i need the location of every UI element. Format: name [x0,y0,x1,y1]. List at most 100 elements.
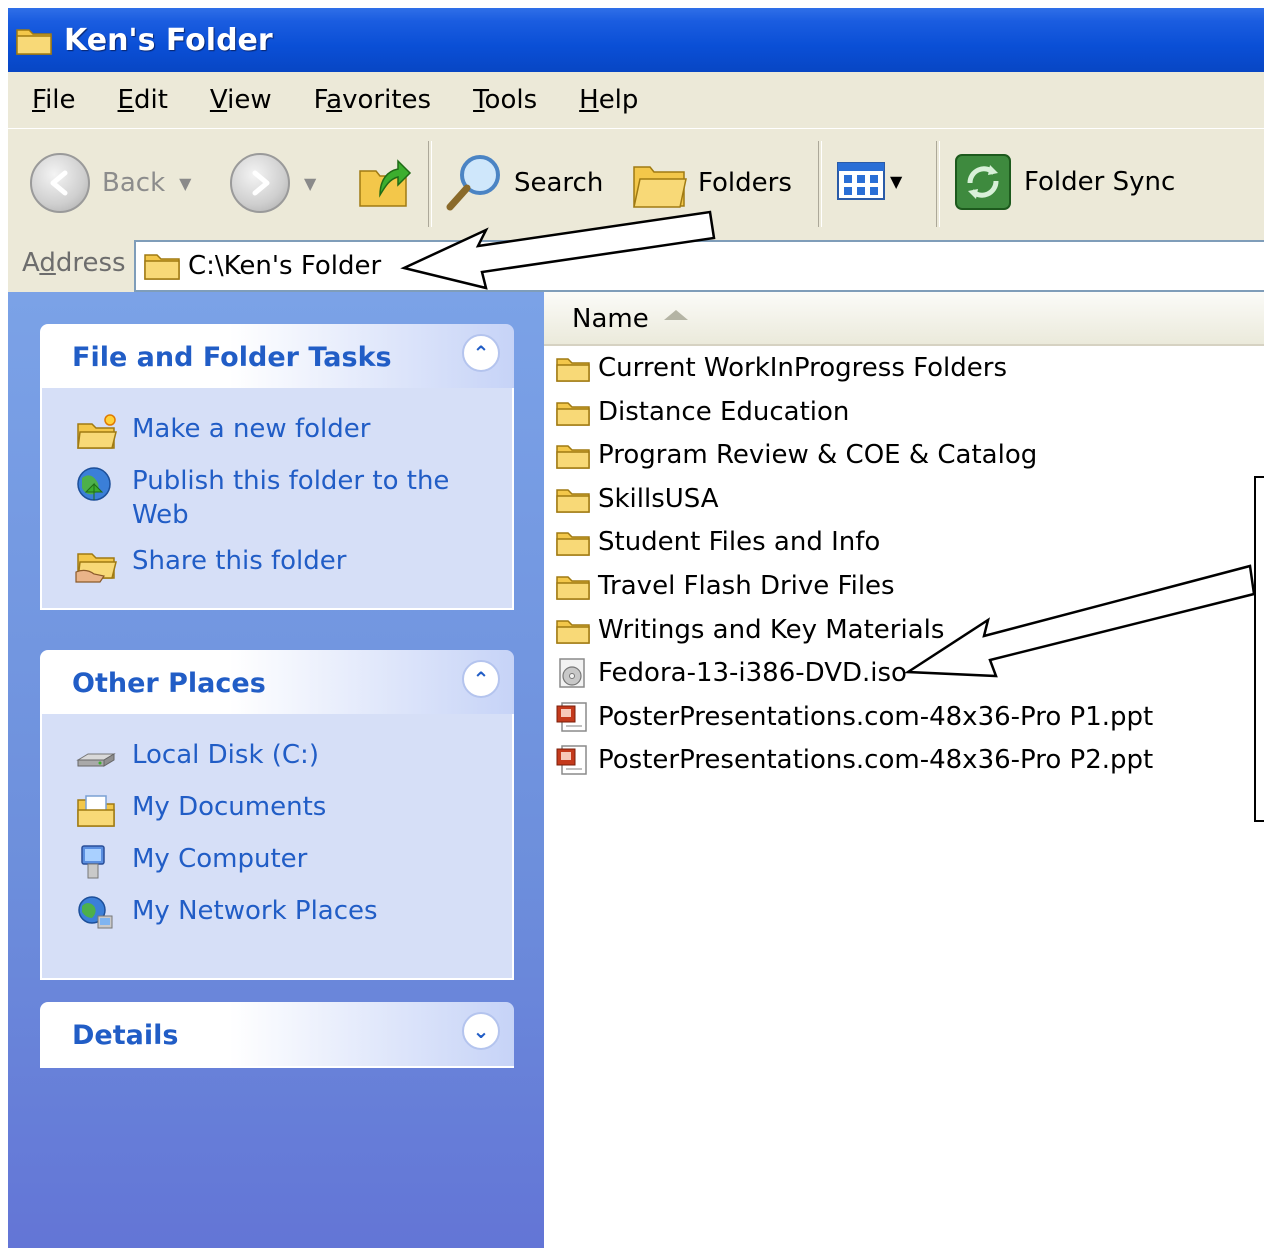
folder-sync-button[interactable]: Folder Sync [952,151,1175,213]
list-item[interactable]: SkillsUSA [554,479,719,519]
folders-button[interactable]: Folders [630,151,792,215]
list-item[interactable]: Travel Flash Drive Files [554,566,895,606]
title-bar: Ken's Folder [8,8,1264,72]
back-dropdown-icon[interactable]: ▼ [179,174,191,193]
menu-favorites[interactable]: Favorites [294,85,453,115]
details-panel: Details ⌄ [40,1002,514,1068]
window-title: Ken's Folder [64,22,273,58]
folder-icon [556,532,590,557]
new-folder-icon [77,414,117,449]
iso-disc-icon [559,658,585,688]
list-item[interactable]: Distance Education [554,392,849,432]
place-my-computer[interactable]: My Computer [42,838,512,890]
list-item[interactable]: Writings and Key Materials [554,610,944,650]
local-disk-icon [76,753,116,767]
toolbar-separator [936,141,940,227]
toolbar-separator [818,141,822,227]
place-label: Local Disk (C:) [132,740,319,770]
collapse-chevron-icon[interactable]: ⌃ [462,660,500,698]
panel-title: Details [72,1020,179,1051]
forward-button[interactable]: ▼ [230,153,316,213]
panel-header[interactable]: Details ⌄ [40,1002,514,1068]
toolbar: Back ▼ ▼ Search Folders ▼ Folder Sync [8,128,1264,238]
list-item[interactable]: PosterPresentations.com-48x36-Pro P2.ppt [554,740,1153,780]
list-item[interactable]: PosterPresentations.com-48x36-Pro P1.ppt [554,697,1153,737]
views-icon [837,162,885,200]
powerpoint-file-icon [556,702,587,732]
search-button[interactable]: Search [442,151,603,215]
address-label: Address [22,248,126,278]
folder-icon [556,401,590,426]
list-item[interactable]: Current WorkInProgress Folders [554,348,1007,388]
task-pane: File and Folder Tasks ⌃ Make a new folde… [8,292,544,1248]
powerpoint-file-icon [556,745,587,776]
task-label: Make a new folder [132,414,371,444]
menu-tools[interactable]: Tools [453,85,559,115]
menu-bar: File Edit View Favorites Tools Help [8,72,1264,129]
file-name: SkillsUSA [598,483,719,514]
list-item[interactable]: Student Files and Info [554,522,880,562]
my-documents-icon [77,795,115,827]
my-computer-icon [81,845,105,879]
sort-ascending-icon [664,310,688,320]
file-folder-tasks-panel: File and Folder Tasks ⌃ Make a new folde… [40,324,514,610]
panel-header[interactable]: Other Places ⌃ [40,650,514,714]
file-name: Student Files and Info [598,527,881,558]
expand-chevron-icon[interactable]: ⌄ [462,1012,500,1050]
network-places-icon [78,896,113,929]
folder-sync-label: Folder Sync [1024,167,1176,197]
back-arrow-icon [30,153,90,213]
list-item[interactable]: Fedora-13-i386-DVD.iso [554,653,907,693]
file-name: Program Review & COE & Catalog [598,440,1038,471]
list-item[interactable]: Program Review & COE & Catalog [554,435,1037,475]
task-make-new-folder[interactable]: Make a new folder [42,408,512,460]
place-label: My Network Places [132,896,378,926]
folder-sync-icon [955,154,1011,210]
address-input[interactable]: C:\Ken's Folder [134,240,1264,292]
panel-title: Other Places [72,668,266,699]
views-dropdown-icon[interactable]: ▼ [890,172,902,191]
menu-edit[interactable]: Edit [98,85,190,115]
column-header-name[interactable]: Name [544,292,1264,346]
folder-icon [16,29,52,55]
column-name-label: Name [572,304,649,334]
menu-view[interactable]: View [190,85,294,115]
menu-file[interactable]: File [8,85,98,115]
other-places-panel: Other Places ⌃ Local Disk (C:) My Docume… [40,650,514,980]
place-label: My Documents [132,792,327,822]
place-local-disk[interactable]: Local Disk (C:) [42,734,512,786]
place-my-network-places[interactable]: My Network Places [42,890,512,942]
forward-dropdown-icon[interactable]: ▼ [304,174,316,193]
menu-help[interactable]: Help [559,85,660,115]
publish-web-icon [77,467,111,501]
panel-title: File and Folder Tasks [72,342,392,373]
folder-icon [556,445,590,469]
folder-icon [556,619,590,644]
task-publish-to-web[interactable]: Publish this folder to the Web [42,460,512,540]
folder-icon [556,576,590,600]
task-share-folder[interactable]: Share this folder [42,540,512,592]
file-name: Fedora-13-i386-DVD.iso [598,658,907,689]
folders-label: Folders [698,168,792,198]
file-name: PosterPresentations.com-48x36-Pro P1.ppt [598,701,1154,732]
file-list: Name Current WorkInProgress Folders Dista… [544,292,1264,1248]
file-name: Distance Education [598,396,850,427]
folder-icon [556,489,590,513]
up-folder-icon [359,159,412,207]
panel-header[interactable]: File and Folder Tasks ⌃ [40,324,514,388]
task-label: Publish this folder to the Web [132,466,450,530]
folder-icon [144,254,180,280]
file-name: Travel Flash Drive Files [598,571,895,601]
toolbar-separator [428,141,432,227]
folder-icon [556,358,590,382]
annotation-callout-box [1254,476,1264,822]
folders-icon [633,166,687,208]
search-label: Search [514,168,604,198]
back-button[interactable]: Back ▼ [30,153,191,213]
place-my-documents[interactable]: My Documents [42,786,512,838]
collapse-chevron-icon[interactable]: ⌃ [462,334,500,372]
up-folder-button[interactable] [356,149,414,211]
views-button[interactable]: ▼ [836,161,902,201]
share-folder-icon [75,553,117,583]
file-name: PosterPresentations.com-48x36-Pro P2.ppt [598,745,1154,776]
